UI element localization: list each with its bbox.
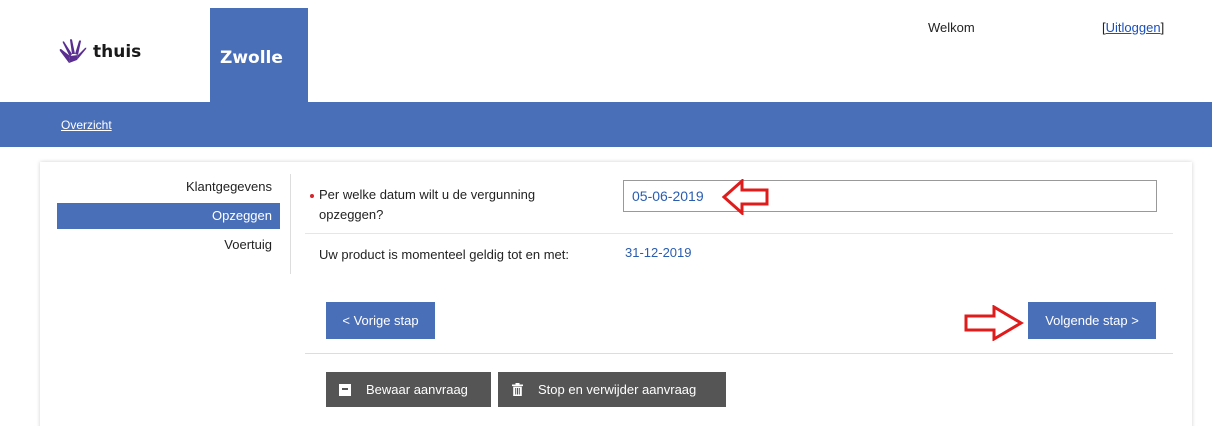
welcome-text: Welkom (928, 20, 975, 35)
form-card: Klantgegevens Opzeggen Voertuig Per welk… (40, 162, 1192, 426)
annotation-arrow-right-icon (964, 305, 1024, 341)
logout-link[interactable]: Uitloggen (1106, 20, 1161, 35)
date-label: Per welke datum wilt u de vergunning opz… (319, 187, 536, 222)
annotation-arrow-left-icon (722, 179, 769, 215)
valid-until-label: Uw product is momenteel geldig tot en me… (319, 247, 570, 262)
logo-text: thuis (93, 42, 142, 62)
trash-icon (508, 383, 526, 396)
sidebar-divider (290, 174, 291, 274)
logout-area: [Uitloggen] (1102, 20, 1164, 35)
form-row-valid-until: Uw product is momenteel geldig tot en me… (305, 234, 1173, 300)
sidebar-item-opzeggen[interactable]: Opzeggen (57, 203, 280, 229)
required-indicator (310, 194, 314, 198)
city-block: Zwolle (210, 8, 308, 102)
date-input[interactable] (623, 180, 1157, 212)
sidebar-item-klantgegevens[interactable]: Klantgegevens (57, 174, 280, 200)
nav-overview-link[interactable]: Overzicht (61, 118, 112, 132)
hand-icon (59, 39, 87, 63)
save-request-label: Bewaar aanvraag (366, 382, 468, 397)
stop-delete-request-button[interactable]: Stop en verwijder aanvraag (498, 372, 726, 407)
next-step-button[interactable]: Volgende stap > (1028, 302, 1156, 339)
save-request-button[interactable]: Bewaar aanvraag (326, 372, 491, 407)
stop-delete-request-label: Stop en verwijder aanvraag (538, 382, 697, 397)
logout-bracket-close: ] (1160, 20, 1165, 35)
actions-divider (305, 353, 1173, 354)
sidebar-item-voertuig[interactable]: Voertuig (57, 232, 280, 258)
valid-until-value: 31-12-2019 (625, 245, 692, 260)
step-sidebar: Klantgegevens Opzeggen Voertuig (57, 174, 280, 261)
nav-bar: Overzicht (0, 102, 1212, 147)
previous-step-button[interactable]: < Vorige stap (326, 302, 435, 339)
save-icon (336, 383, 354, 396)
logo[interactable]: thuis (57, 34, 141, 70)
city-name: Zwolle (220, 48, 283, 68)
